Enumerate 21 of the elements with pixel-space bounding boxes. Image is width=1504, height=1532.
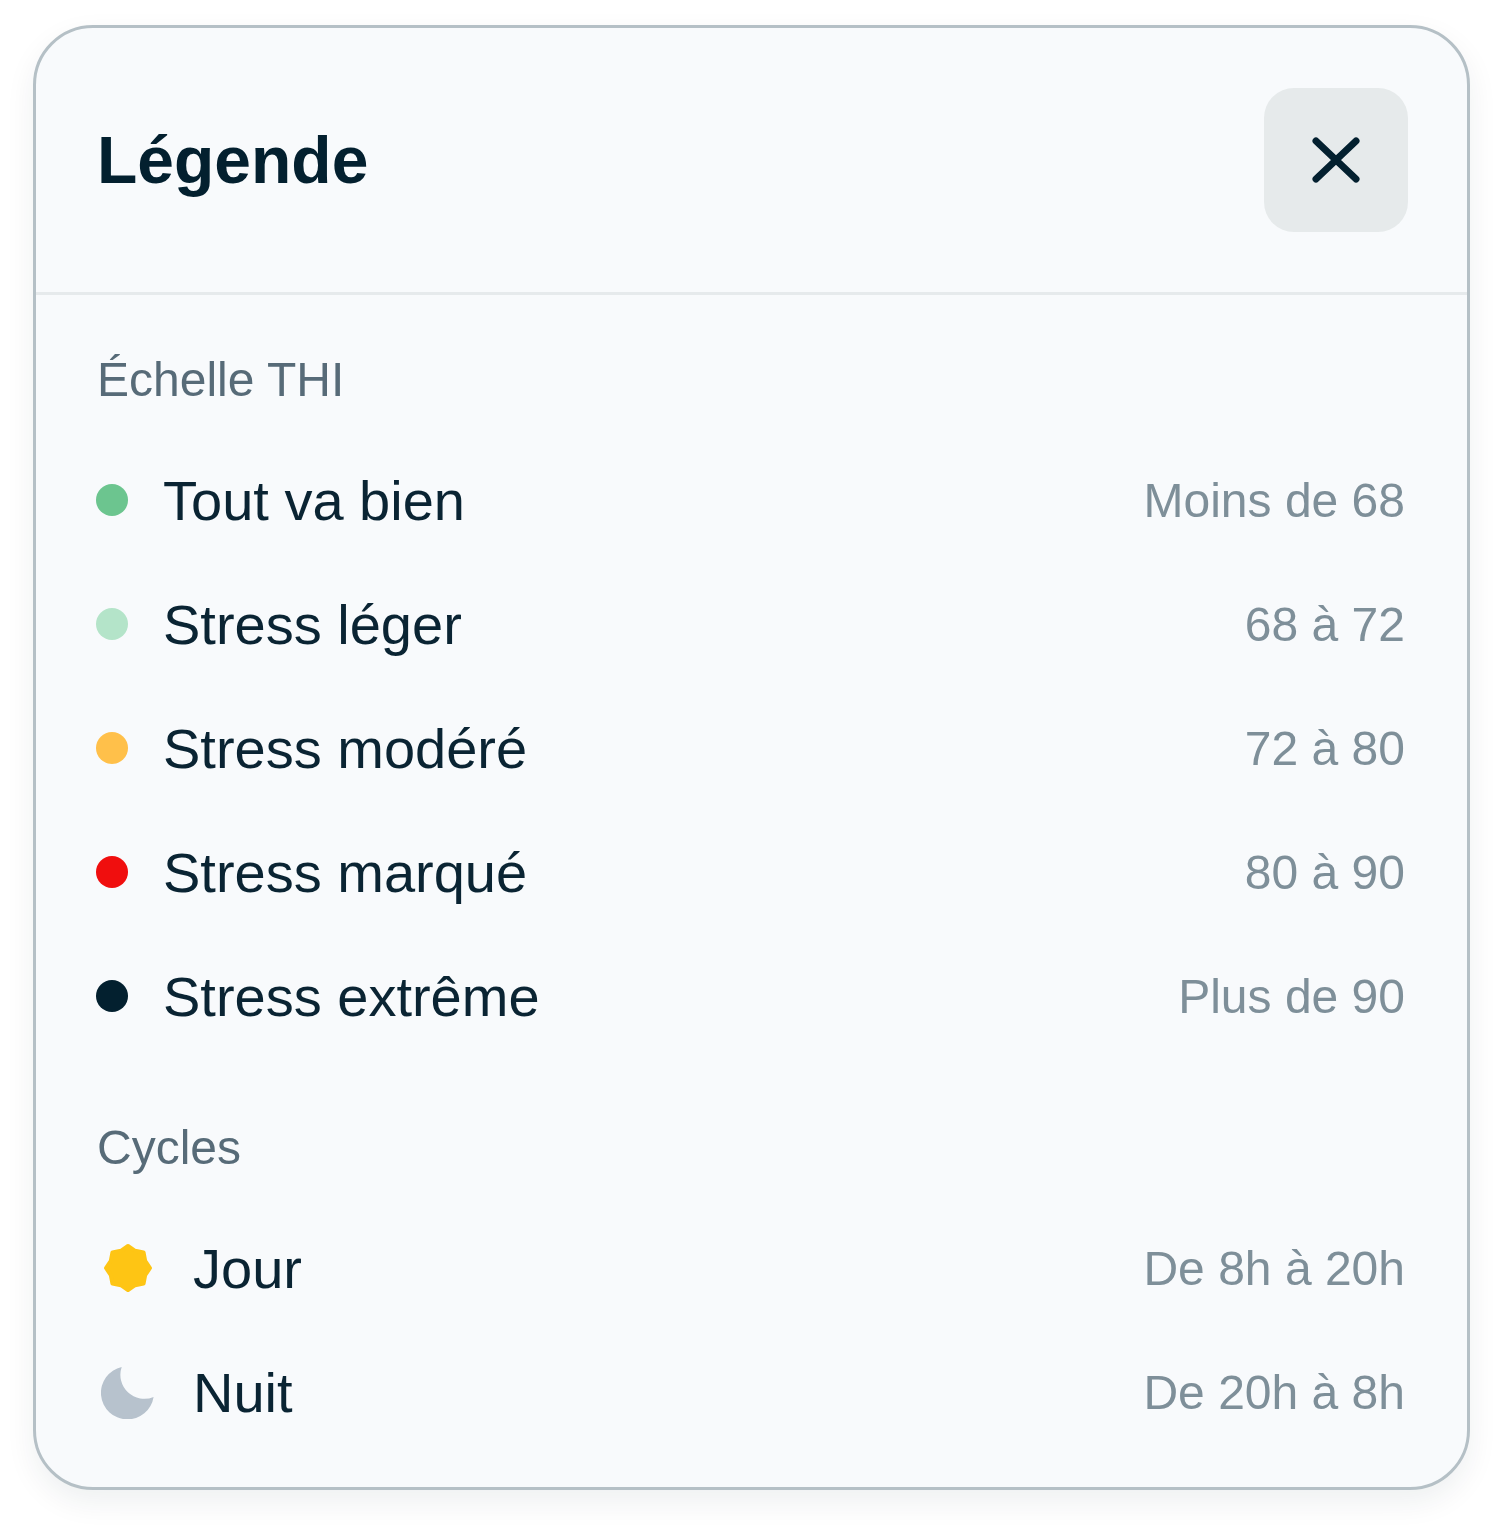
range-text: 80 à 90 [1244, 844, 1405, 900]
moon-icon [101, 1365, 154, 1419]
legend-label: Tout va bien [163, 467, 465, 533]
close-icon [1312, 137, 1360, 183]
sun-icon [104, 1244, 152, 1292]
range-text: 72 à 80 [1244, 720, 1405, 776]
legend-label: Nuit [193, 1359, 293, 1425]
range-text: De 20h à 8h [1143, 1364, 1405, 1420]
range-text: De 8h à 20h [1143, 1240, 1405, 1296]
dialog-title: Légende [97, 122, 369, 199]
range-text: Moins de 68 [1143, 472, 1405, 528]
section-heading: Cycles [97, 1120, 243, 1176]
legend-label: Stress modéré [163, 715, 528, 781]
legend-label: Stress extrême [163, 963, 540, 1029]
range-text: Plus de 90 [1178, 968, 1405, 1024]
legend-label: Jour [193, 1235, 302, 1301]
legend-label: Stress marqué [163, 839, 528, 905]
legend-label: Stress léger [163, 591, 462, 657]
range-text: 68 à 72 [1244, 596, 1405, 652]
section-heading: Échelle THI [97, 352, 346, 408]
close-button[interactable] [1264, 88, 1408, 232]
